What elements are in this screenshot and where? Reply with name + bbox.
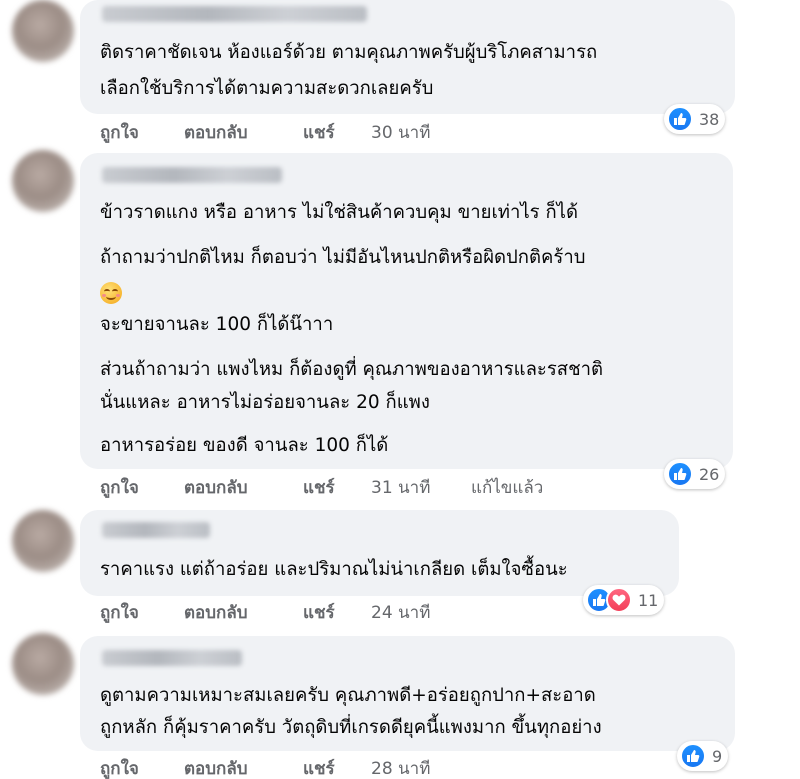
- comment-text-line: จะขายจานละ 100 ก็ได้น๊าาา: [100, 314, 334, 335]
- comment-text-line: นั่นแหละ อาหารไม่อร่อยจานละ 20 ก็แพง: [100, 392, 430, 413]
- author-name-blurred[interactable]: [102, 6, 367, 22]
- comment-text-line: อาหารอร่อย ของดี จานละ 100 ก็ได้: [100, 435, 389, 456]
- like-reaction-icon: [667, 461, 693, 487]
- like-button[interactable]: ถูกใจ: [100, 478, 139, 498]
- reply-button[interactable]: ตอบกลับ: [184, 603, 248, 623]
- reaction-count: 26: [699, 464, 720, 484]
- share-button[interactable]: แชร์: [303, 478, 335, 498]
- avatar[interactable]: [12, 510, 74, 572]
- comment-text-line: ดูตามความเหมาะสมเลยครับ คุณภาพดี+อร่อยถู…: [100, 685, 596, 706]
- reaction-summary[interactable]: 38: [664, 104, 726, 134]
- like-button[interactable]: ถูกใจ: [100, 123, 139, 143]
- avatar[interactable]: [12, 0, 74, 62]
- smiling-face-emoji: [100, 282, 122, 304]
- reaction-count: 11: [638, 590, 659, 610]
- like-button[interactable]: ถูกใจ: [100, 759, 139, 779]
- comment-text-line: ข้าวราดแกง หรือ อาหาร ไม่ใช่สินค้าควบคุม…: [100, 202, 578, 223]
- author-name-blurred[interactable]: [102, 650, 242, 666]
- timestamp[interactable]: 24 นาที: [371, 603, 430, 623]
- reaction-count: 38: [699, 109, 720, 129]
- comment-text-line: ส่วนถ้าถามว่า แพงไหม ก็ต้องดูที่ คุณภาพข…: [100, 359, 604, 380]
- comment-bubble: ดูตามความเหมาะสมเลยครับ คุณภาพดี+อร่อยถู…: [80, 636, 735, 751]
- like-button[interactable]: ถูกใจ: [100, 603, 139, 623]
- love-reaction-icon: [606, 587, 632, 613]
- reaction-count: 9: [712, 746, 723, 766]
- reaction-summary[interactable]: 26: [664, 459, 726, 489]
- share-button[interactable]: แชร์: [303, 603, 335, 623]
- comment-text-line: ถ้าถามว่าปกติไหม ก็ตอบว่า ไม่มีอันไหนปกต…: [100, 247, 586, 268]
- author-name-blurred[interactable]: [102, 522, 210, 538]
- reply-button[interactable]: ตอบกลับ: [184, 478, 248, 498]
- reply-button[interactable]: ตอบกลับ: [184, 123, 248, 143]
- comment-bubble: ข้าวราดแกง หรือ อาหาร ไม่ใช่สินค้าควบคุม…: [80, 153, 733, 469]
- timestamp[interactable]: 28 นาที: [371, 759, 430, 779]
- avatar[interactable]: [12, 150, 74, 212]
- edited-label[interactable]: แก้ไขแล้ว: [471, 478, 543, 498]
- like-reaction-icon: [680, 743, 706, 769]
- comment-bubble: ติดราคาชัดเจน ห้องแอร์ด้วย ตามคุณภาพครับ…: [80, 0, 735, 114]
- comment-text-line: เลือกใช้บริการได้ตามความสะดวกเลยครับ: [100, 78, 434, 99]
- share-button[interactable]: แชร์: [303, 123, 335, 143]
- avatar[interactable]: [12, 633, 74, 695]
- timestamp[interactable]: 30 นาที: [371, 123, 430, 143]
- share-button[interactable]: แชร์: [303, 759, 335, 779]
- comment-bubble: ราคาแรง แต่ถ้าอร่อย และปริมาณไม่น่าเกลีย…: [80, 510, 679, 596]
- reply-button[interactable]: ตอบกลับ: [184, 759, 248, 779]
- comment-text-line: ถูกหลัก ก็คุ้มราคาครับ วัตถุดิบที่เกรดดี…: [100, 717, 602, 738]
- comment-text-line: ราคาแรง แต่ถ้าอร่อย และปริมาณไม่น่าเกลีย…: [100, 559, 568, 580]
- comment-text-line: ติดราคาชัดเจน ห้องแอร์ด้วย ตามคุณภาพครับ…: [100, 42, 598, 63]
- reaction-summary[interactable]: 11: [583, 585, 665, 615]
- author-name-blurred[interactable]: [102, 167, 282, 183]
- reaction-summary[interactable]: 9: [677, 741, 729, 771]
- timestamp[interactable]: 31 นาที: [371, 478, 430, 498]
- like-reaction-icon: [667, 106, 693, 132]
- emoji-line: [100, 281, 122, 305]
